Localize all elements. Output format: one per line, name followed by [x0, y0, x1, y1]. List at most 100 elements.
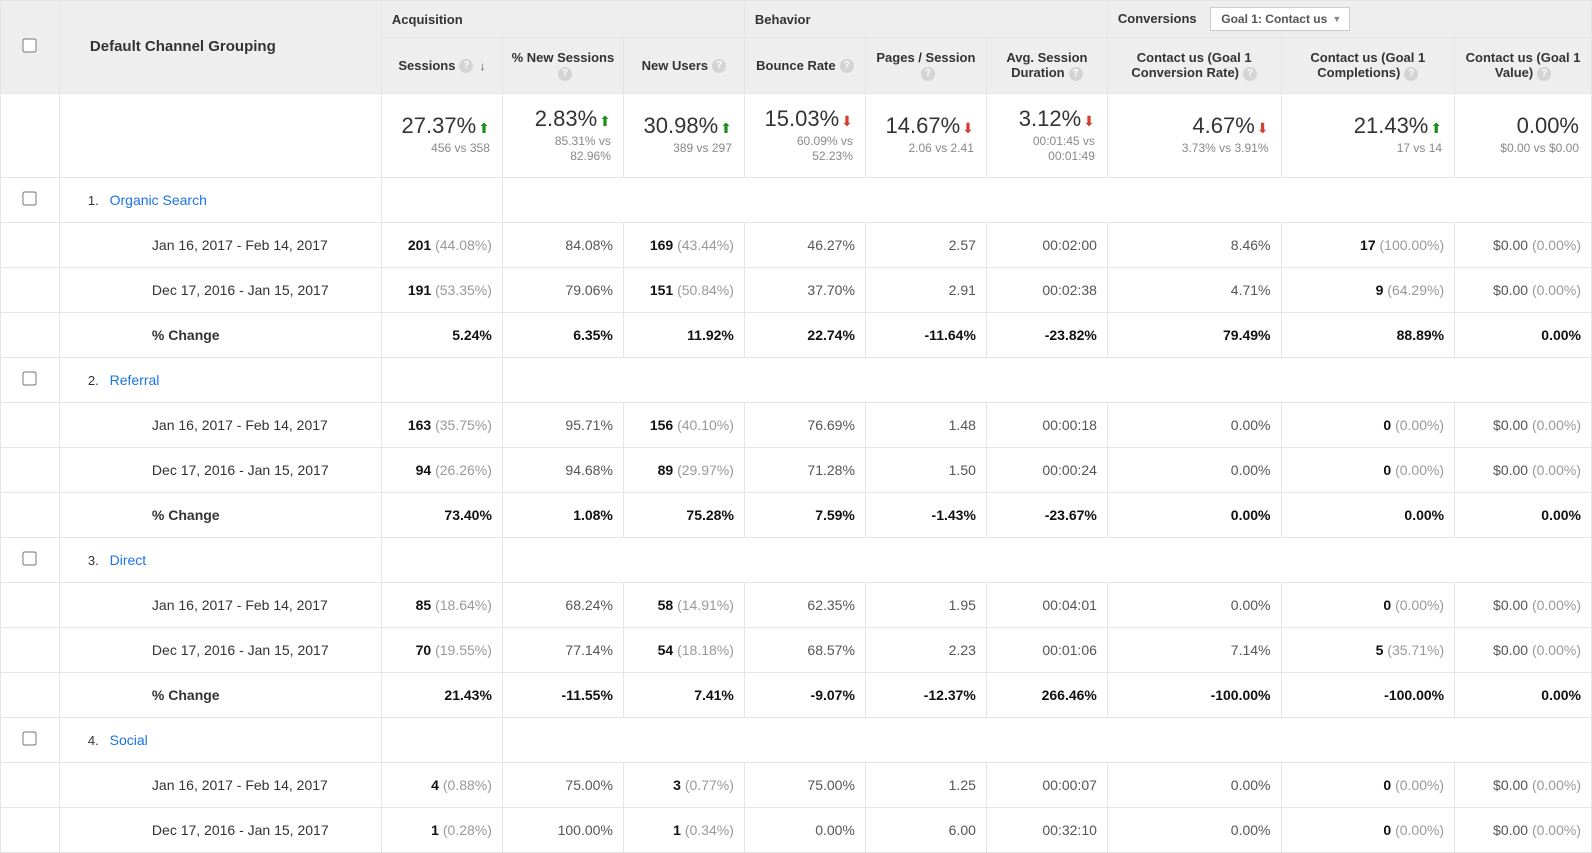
data-cell: 156 (40.10%) [623, 402, 744, 447]
row-checkbox[interactable] [23, 551, 37, 565]
row-checkbox-cell[interactable] [1, 177, 60, 222]
summary-pct: 21.43% [1354, 113, 1429, 138]
cell-value: $0.00 [1493, 417, 1528, 433]
summary-sub: 389 vs 297 [636, 141, 732, 157]
channel-link[interactable]: Social [110, 732, 148, 748]
channel-blank [381, 717, 502, 762]
help-icon[interactable]: ? [921, 67, 935, 81]
help-icon[interactable]: ? [1404, 67, 1418, 81]
cell-value: 151 [650, 282, 673, 298]
data-cell: 1 (0.28%) [381, 807, 502, 852]
data-cell: 84.08% [502, 222, 623, 267]
help-icon[interactable]: ? [1069, 67, 1083, 81]
select-all-checkbox[interactable] [23, 38, 37, 52]
metric-header-goal1_value[interactable]: Contact us (Goal 1 Value)? [1455, 38, 1592, 94]
metric-header-pages_session[interactable]: Pages / Session? [865, 38, 986, 94]
help-icon[interactable]: ? [558, 67, 572, 81]
row-checkbox-cell[interactable] [1, 357, 60, 402]
metric-header-new_sessions_pct[interactable]: % New Sessions? [502, 38, 623, 94]
group-conversions-label: Conversions [1118, 11, 1197, 26]
data-cell: 00:02:38 [986, 267, 1107, 312]
change-row: % Change73.40%1.08%75.28%7.59%-1.43%-23.… [1, 492, 1592, 537]
data-cell: 0 (0.00%) [1281, 762, 1455, 807]
blank-cb [1, 807, 60, 852]
cell-value: 0 [1383, 777, 1391, 793]
change-cell: 6.35% [502, 312, 623, 357]
data-cell: 191 (53.35%) [381, 267, 502, 312]
channel-blank [381, 177, 502, 222]
metric-header-goal1_completions[interactable]: Contact us (Goal 1 Completions)? [1281, 38, 1455, 94]
change-cell: 88.89% [1281, 312, 1455, 357]
help-icon[interactable]: ? [1537, 67, 1551, 81]
change-label: % Change [59, 672, 381, 717]
data-cell: 1.48 [865, 402, 986, 447]
row-checkbox-cell[interactable] [1, 537, 60, 582]
cell-value: 00:00:07 [1042, 777, 1097, 793]
metric-header-goal1_rate[interactable]: Contact us (Goal 1 Conversion Rate)? [1107, 38, 1281, 94]
group-conversions: Conversions Goal 1: Contact us [1107, 1, 1591, 38]
data-cell: 00:00:07 [986, 762, 1107, 807]
help-icon[interactable]: ? [840, 59, 854, 73]
cell-value: 79.06% [565, 282, 612, 298]
row-checkbox[interactable] [23, 371, 37, 385]
row-checkbox[interactable] [23, 191, 37, 205]
data-cell: $0.00 (0.00%) [1455, 267, 1592, 312]
help-icon[interactable]: ? [459, 59, 473, 73]
period-a-label: Jan 16, 2017 - Feb 14, 2017 [59, 222, 381, 267]
help-icon[interactable]: ? [712, 59, 726, 73]
cell-value: 62.35% [807, 597, 854, 613]
cell-value: 3 [673, 777, 681, 793]
cell-value: 00:02:00 [1042, 237, 1097, 253]
data-cell: 00:02:00 [986, 222, 1107, 267]
summary-pct: 30.98% [644, 113, 719, 138]
cell-percent: (0.28%) [443, 822, 492, 838]
cell-value: 0 [1383, 417, 1391, 433]
channel-row: 2. Referral [1, 357, 1592, 402]
cell-value: 84.08% [565, 237, 612, 253]
change-cell: -1.43% [865, 492, 986, 537]
cell-percent: (35.71%) [1387, 642, 1444, 658]
channel-index: 4. [70, 733, 110, 748]
channel-name-cell: 3. Direct [59, 537, 381, 582]
cell-value: 8.46% [1231, 237, 1271, 253]
channel-name-cell: 1. Organic Search [59, 177, 381, 222]
help-icon[interactable]: ? [1243, 67, 1257, 81]
data-cell: 0 (0.00%) [1281, 807, 1455, 852]
change-cell: -11.55% [502, 672, 623, 717]
cell-percent: (26.26%) [435, 462, 492, 478]
channel-link[interactable]: Direct [110, 552, 147, 568]
cell-value: $0.00 [1493, 642, 1528, 658]
channel-link[interactable]: Referral [110, 372, 160, 388]
blank-cb [1, 492, 60, 537]
arrow-down-icon: ⬇ [1083, 113, 1095, 129]
summary-pct: 3.12% [1019, 106, 1081, 131]
cell-value: 1.95 [949, 597, 976, 613]
data-cell: 6.00 [865, 807, 986, 852]
select-all-header[interactable] [1, 1, 60, 94]
cell-value: 00:00:24 [1042, 462, 1097, 478]
arrow-up-icon: ⬆ [599, 113, 611, 129]
metric-header-sessions[interactable]: Sessions?↓ [381, 38, 502, 94]
data-cell: 62.35% [744, 582, 865, 627]
data-cell: 54 (18.18%) [623, 627, 744, 672]
cell-value: 0.00% [1231, 777, 1271, 793]
channel-blank [502, 177, 1591, 222]
change-cell: 22.74% [744, 312, 865, 357]
summary-label [59, 93, 381, 177]
cell-value: 00:04:01 [1042, 597, 1097, 613]
row-checkbox-cell[interactable] [1, 717, 60, 762]
conversion-goal-select[interactable]: Goal 1: Contact us [1210, 7, 1350, 31]
dimension-header[interactable]: Default Channel Grouping [59, 1, 381, 94]
summary-sub: 3.73% vs 3.91% [1120, 141, 1269, 157]
cell-value: 1.25 [949, 777, 976, 793]
data-cell: 2.23 [865, 627, 986, 672]
cell-percent: (35.75%) [435, 417, 492, 433]
cell-value: 70 [416, 642, 432, 658]
metric-header-avg_duration[interactable]: Avg. Session Duration? [986, 38, 1107, 94]
data-cell: 163 (35.75%) [381, 402, 502, 447]
metric-header-bounce_rate[interactable]: Bounce Rate? [744, 38, 865, 94]
metric-header-new_users[interactable]: New Users? [623, 38, 744, 94]
summary-row: 27.37%⬆456 vs 3582.83%⬆85.31% vs 82.96%3… [1, 93, 1592, 177]
channel-link[interactable]: Organic Search [110, 192, 207, 208]
row-checkbox[interactable] [23, 731, 37, 745]
